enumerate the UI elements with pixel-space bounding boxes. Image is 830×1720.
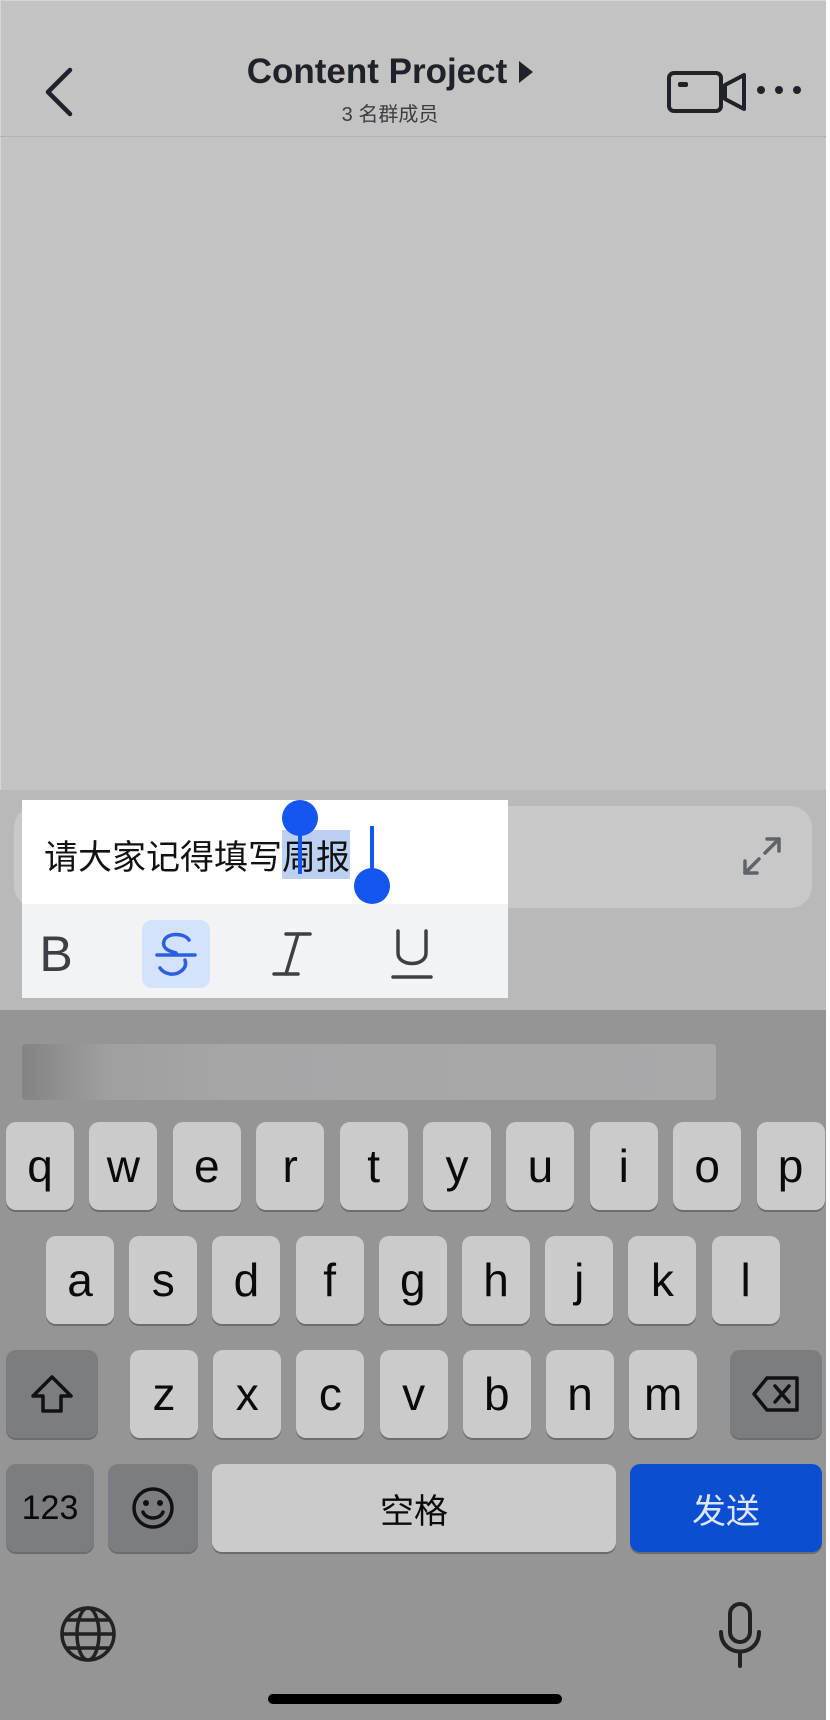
expand-icon[interactable] <box>740 834 784 878</box>
italic-button[interactable] <box>258 920 326 988</box>
shift-key[interactable] <box>6 1350 98 1438</box>
more-horizontal-icon[interactable] <box>756 80 802 100</box>
selected-text[interactable]: 周报 <box>282 829 350 879</box>
key-v[interactable]: v <box>379 1350 448 1438</box>
strikethrough-icon <box>155 932 197 976</box>
selection-start-handle[interactable] <box>282 800 318 836</box>
bold-button[interactable]: B <box>22 920 90 988</box>
key-e[interactable]: e <box>172 1122 241 1210</box>
message-text-plain: 请大家记得填写 <box>44 838 282 877</box>
shift-icon <box>31 1375 73 1413</box>
delete-key[interactable] <box>730 1350 822 1438</box>
send-key[interactable]: 发送 <box>630 1464 822 1552</box>
globe-icon[interactable] <box>58 1604 118 1664</box>
emoji-key[interactable] <box>108 1464 198 1552</box>
member-count: 3 名群成员 <box>341 104 439 126</box>
bold-label: B <box>39 926 73 982</box>
key-x[interactable]: x <box>213 1350 282 1438</box>
microphone-icon[interactable] <box>716 1600 764 1670</box>
key-c[interactable]: c <box>296 1350 365 1438</box>
selection-start-bar <box>298 834 302 874</box>
key-b[interactable]: b <box>462 1350 531 1438</box>
key-p[interactable]: p <box>756 1122 825 1210</box>
underline-button[interactable] <box>378 920 446 988</box>
key-w[interactable]: w <box>89 1122 158 1210</box>
key-o[interactable]: o <box>673 1122 742 1210</box>
emoji-icon <box>132 1487 174 1529</box>
screen-edge <box>826 0 830 1720</box>
chevron-left-icon[interactable] <box>40 64 84 120</box>
key-t[interactable]: t <box>339 1122 408 1210</box>
backspace-icon <box>752 1376 799 1412</box>
key-g[interactable]: g <box>378 1236 447 1324</box>
home-indicator[interactable] <box>268 1694 562 1704</box>
chat-title-area[interactable]: Content Project 3 名群成员 <box>200 52 580 127</box>
key-f[interactable]: f <box>295 1236 364 1324</box>
key-u[interactable]: u <box>506 1122 575 1210</box>
chat-title[interactable]: Content Project <box>247 52 508 92</box>
underline-icon <box>391 929 433 979</box>
key-q[interactable]: q <box>6 1122 74 1210</box>
key-a[interactable]: a <box>46 1236 114 1324</box>
video-camera-icon[interactable] <box>666 70 750 114</box>
italic-icon <box>272 932 312 976</box>
key-k[interactable]: k <box>628 1236 697 1324</box>
selection-end-bar <box>370 826 374 870</box>
numbers-key[interactable]: 123 <box>6 1464 94 1552</box>
strikethrough-button[interactable] <box>142 920 210 988</box>
suggestion-bar[interactable] <box>22 1044 716 1100</box>
key-r[interactable]: r <box>256 1122 325 1210</box>
key-i[interactable]: i <box>589 1122 658 1210</box>
key-m[interactable]: m <box>629 1350 698 1438</box>
key-y[interactable]: y <box>423 1122 491 1210</box>
key-n[interactable]: n <box>546 1350 614 1438</box>
message-text[interactable]: 请大家记得填写 周报 <box>44 829 350 879</box>
key-z[interactable]: z <box>130 1350 198 1438</box>
key-s[interactable]: s <box>129 1236 198 1324</box>
key-d[interactable]: d <box>212 1236 281 1324</box>
key-l[interactable]: l <box>711 1236 780 1324</box>
key-h[interactable]: h <box>462 1236 530 1324</box>
space-key[interactable]: 空格 <box>212 1464 616 1552</box>
caret-right-icon <box>519 61 534 83</box>
chat-header: Content Project 3 名群成员 <box>0 0 826 137</box>
key-j[interactable]: j <box>545 1236 614 1324</box>
selection-end-handle[interactable] <box>354 868 390 904</box>
